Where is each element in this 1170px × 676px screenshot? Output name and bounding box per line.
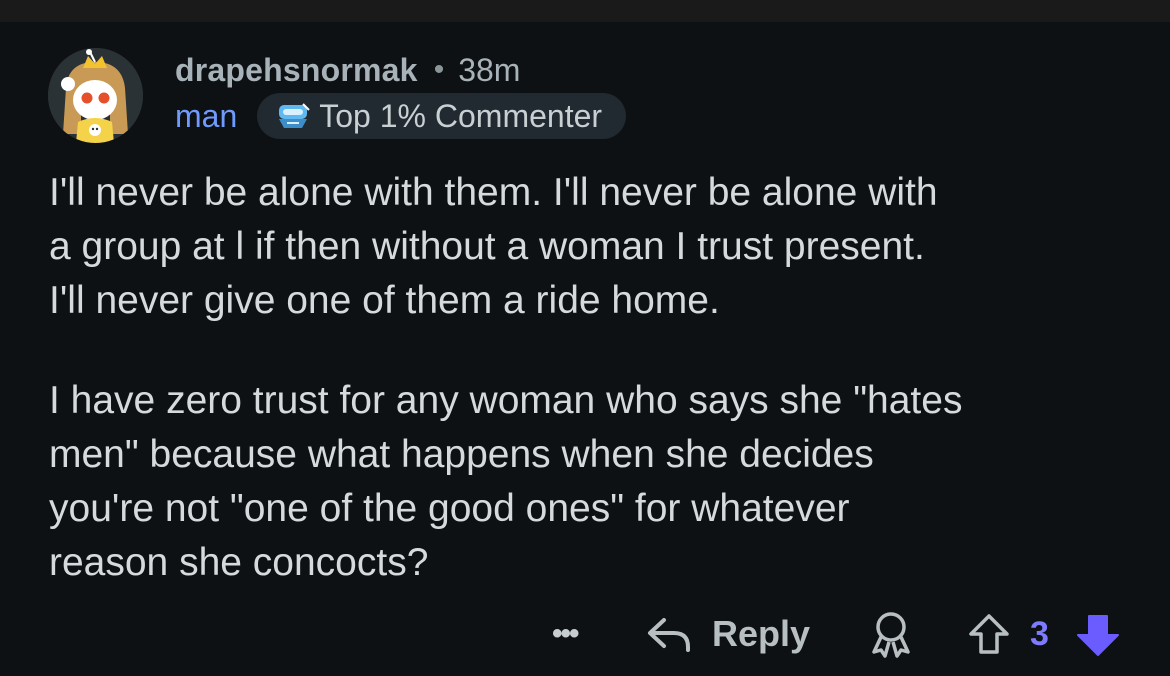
comment-body: I'll never be alone with them. I'll neve… [49,166,1139,590]
user-avatar[interactable] [48,48,143,143]
comment-timestamp: 38m [458,51,521,88]
comment-header: drapehsnormak • 38m [175,50,520,90]
reply-arrow-icon [648,618,690,652]
commenter-badge-icon [279,103,310,128]
comment-paragraph: I'll never be alone with them. I'll neve… [49,171,938,322]
badge-label: Top 1% Commenter [319,97,603,134]
comment-paragraph: I have zero trust for any woman who says… [49,379,963,584]
upvote-arrow-icon[interactable] [966,612,1012,656]
user-flair-row: man Top 1% Commenter [175,92,627,140]
comment-action-bar: ••• Reply 3 [0,606,1170,662]
reply-button[interactable]: Reply [646,606,810,662]
username-link[interactable]: drapehsnormak [175,52,418,89]
award-icon[interactable] [868,610,914,658]
downvote-arrow-icon[interactable] [1074,612,1122,658]
meta-separator: • [433,53,445,86]
reply-label: Reply [712,613,811,654]
more-options-button[interactable]: ••• [552,606,579,662]
top-bar [0,0,1170,22]
avatar-image-icon [48,48,143,143]
user-flair: man [175,97,238,134]
vote-count: 3 [1030,614,1049,653]
top-commenter-badge[interactable]: Top 1% Commenter [257,93,627,139]
